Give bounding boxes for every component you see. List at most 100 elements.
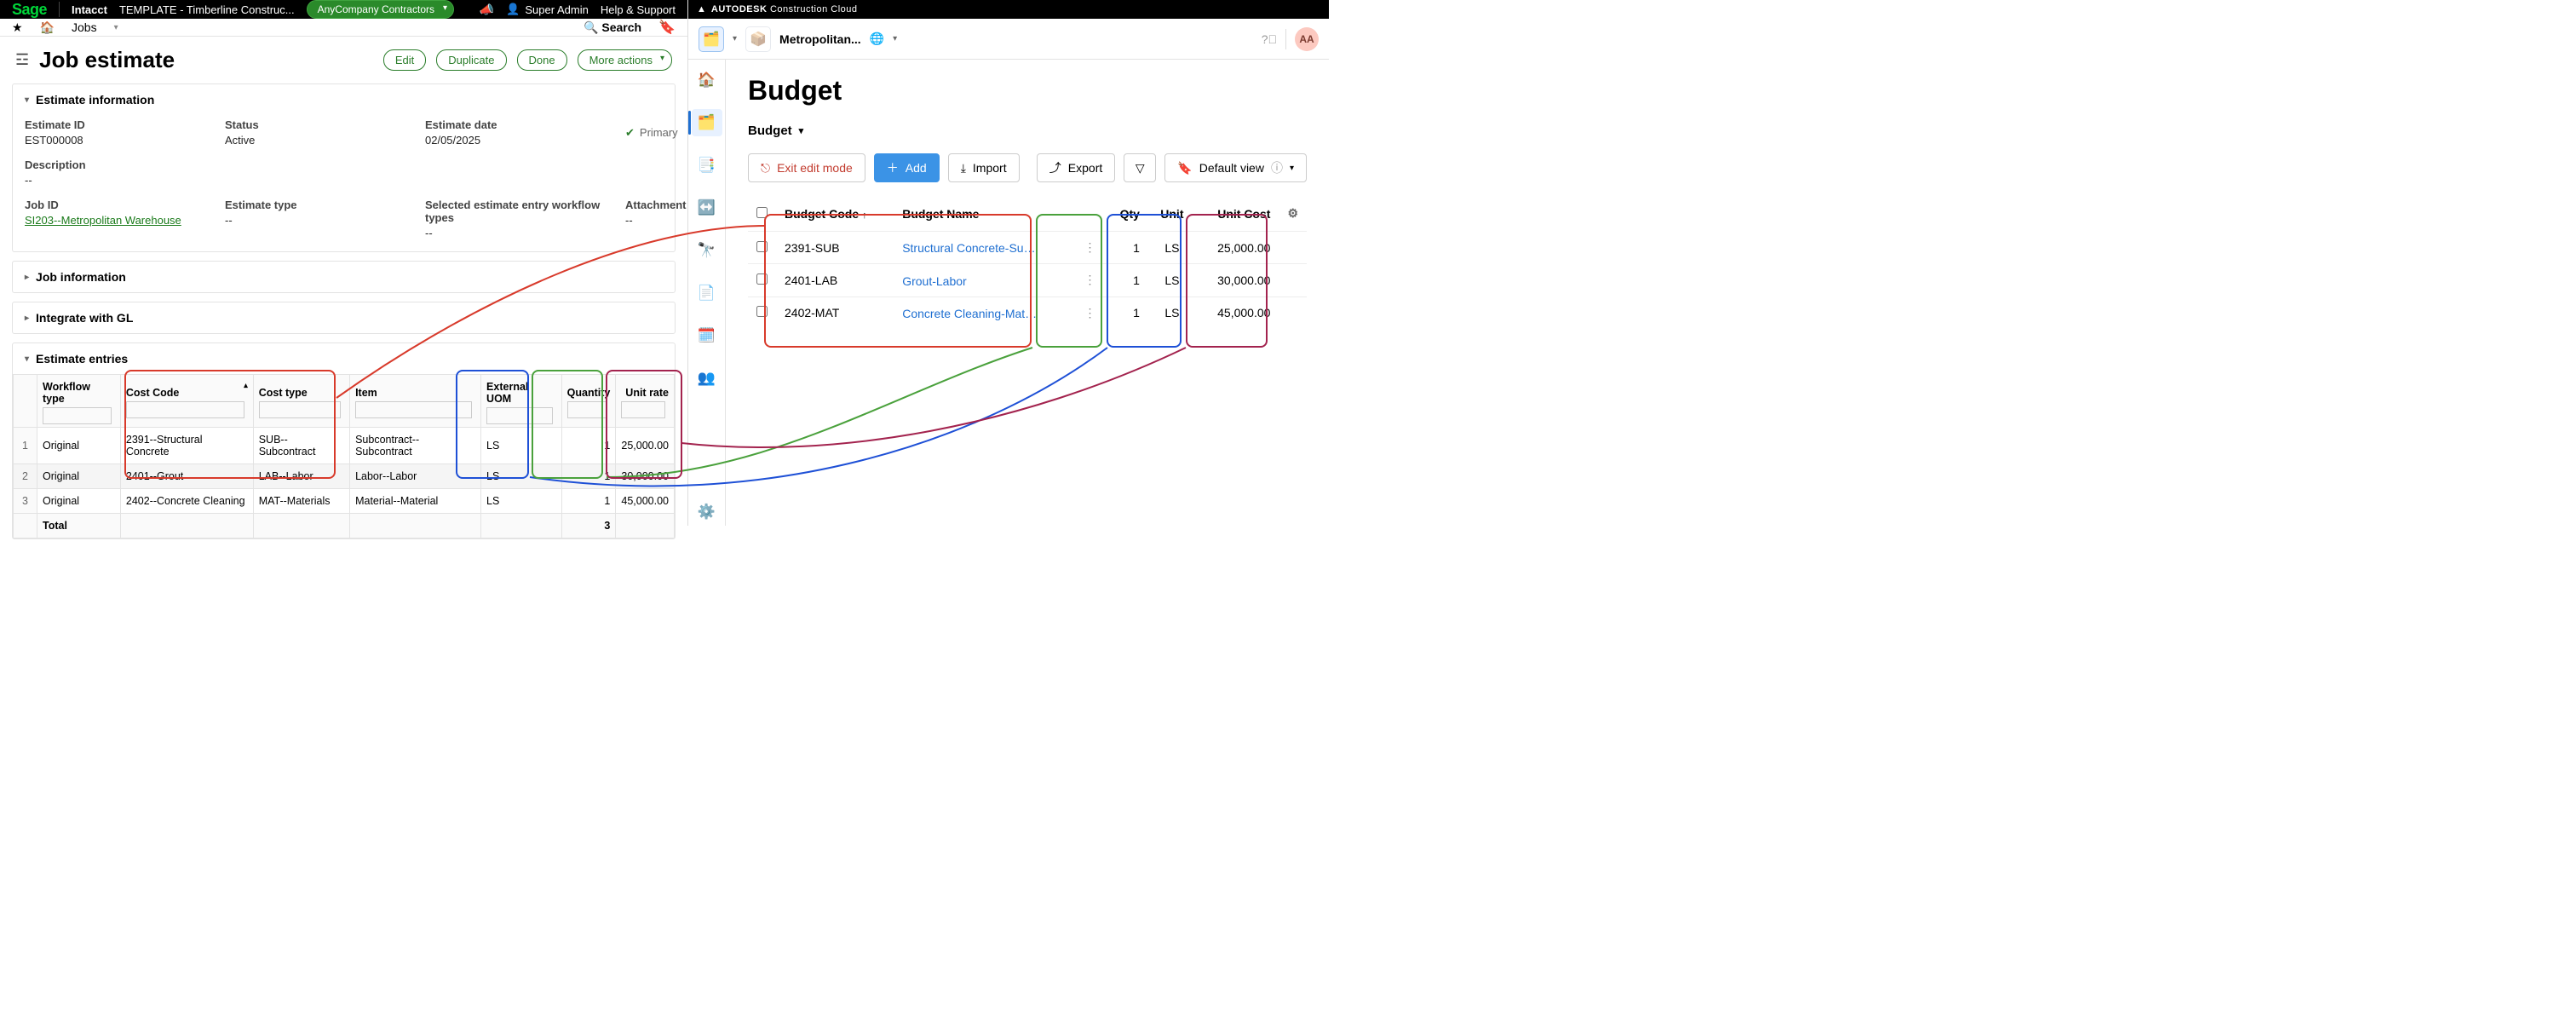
edit-button[interactable]: Edit [383,49,426,71]
row-menu-icon[interactable]: ⋮ [1076,264,1105,296]
add-button[interactable]: ＋Add [874,153,940,182]
list-icon[interactable]: ☲ [15,51,29,69]
import-icon: ⤓ [961,161,966,176]
table-row[interactable]: 2402-MATConcrete Cleaning-Materia...⋮1LS… [748,296,1307,329]
row-checkbox[interactable] [756,306,768,317]
chevron-down-icon[interactable]: ▾ [114,23,118,32]
rail-schedule[interactable]: 🗓️ [692,322,722,349]
import-button[interactable]: ⤓Import [948,153,1020,182]
job-info-card: ▸Job information [12,261,676,293]
filter-input[interactable] [621,401,665,418]
col-uom[interactable]: External UOM [481,375,562,428]
rail-budget[interactable]: 🗂️ [692,109,722,136]
col-budget-code[interactable]: Budget Code↑ [776,196,894,232]
budget-name-link[interactable]: Grout-Labor [902,274,966,288]
table-row[interactable]: 3Original2402--Concrete CleaningMAT--Mat… [14,489,675,514]
filter-input[interactable] [355,401,472,418]
rail-home[interactable]: 🏠 [692,66,722,94]
table-row[interactable]: 1Original2391--Structural ConcreteSUB--S… [14,428,675,464]
row-menu-icon[interactable]: ⋮ [1076,296,1105,329]
autodesk-logo-icon: ▲ [697,4,706,14]
rail-change[interactable]: ↔️ [692,194,722,222]
context-name: TEMPLATE - Timberline Construc... [119,3,295,16]
user-icon: 👤 [506,3,520,16]
sage-toolbar: ★ 🏠 Jobs ▾ 🔍 Search 🔖 [0,19,687,37]
col-cost-type[interactable]: Cost type [253,375,349,428]
bookmark-icon[interactable]: 🔖 [658,19,676,36]
row-checkbox[interactable] [756,241,768,252]
table-row[interactable]: 2Original2401--GroutLAB--LaborLabor--Lab… [14,464,675,489]
chevron-down-icon: ▾ [25,354,29,364]
search-button[interactable]: 🔍 Search [584,20,641,35]
estimate-entries-card: ▾Estimate entries Workflow type Cost Cod… [12,343,676,539]
autodesk-projectbar: 🗂️ ▾ 📦 Metropolitan... 🌐 ▾ ?⃝ AA [688,19,1329,60]
module-chip-disabled: 📦 [745,26,771,52]
col-budget-name[interactable]: Budget Name [894,196,1075,232]
breadcrumb[interactable]: Jobs [72,20,97,34]
more-actions-button[interactable]: More actions [578,49,672,71]
filter-input[interactable] [126,401,244,418]
view-dropdown[interactable]: Budget▾ [748,124,1307,138]
project-name[interactable]: Metropolitan... [779,32,861,46]
autodesk-sidebar: 🏠 🗂️ 📑 ↔️ 🔭 📄 🗓️ 👥 ⚙️ [688,60,726,526]
home-icon[interactable]: 🏠 [40,20,55,35]
avatar[interactable]: AA [1295,27,1319,51]
estimate-info-card: ▾ Estimate information Estimate IDEST000… [12,83,676,252]
entries-toggle[interactable]: ▾Estimate entries [13,343,675,374]
col-qty[interactable]: Qty [1105,196,1148,232]
job-info-toggle[interactable]: ▸Job information [13,262,675,292]
rail-binoculars[interactable]: 🔭 [692,237,722,264]
budget-table: Budget Code↑ Budget Name Qty Unit Unit C… [748,196,1307,329]
entries-table: Workflow type Cost Code▴ Cost type Item … [13,374,675,538]
export-button[interactable]: ⤴Export [1037,153,1115,182]
filter-input[interactable] [486,407,553,424]
col-workflow[interactable]: Workflow type [37,375,121,428]
company-selector[interactable]: AnyCompany Contractors [307,0,454,19]
export-icon: ⤴ [1049,159,1061,176]
col-unit-cost[interactable]: Unit Cost [1196,196,1279,232]
col-cost-code[interactable]: Cost Code▴ [120,375,253,428]
chevron-down-icon: ▾ [25,95,29,105]
rail-members[interactable]: 👥 [692,365,722,392]
col-item[interactable]: Item [350,375,481,428]
filter-button[interactable]: ▽ [1124,153,1156,182]
row-checkbox[interactable] [756,273,768,285]
chevron-right-icon: ▸ [25,314,29,323]
col-qty[interactable]: Quantity [561,375,616,428]
chevron-down-icon[interactable]: ▾ [893,34,897,43]
job-link[interactable]: SI203--Metropolitan Warehouse [25,214,225,227]
exit-edit-button[interactable]: ⎋Exit edit mode [748,153,865,182]
select-all-checkbox[interactable] [756,207,768,218]
module-chip[interactable]: 🗂️ [699,26,724,52]
info-icon: ⓘ [1271,159,1283,176]
budget-name-link[interactable]: Structural Concrete-Subco... [902,241,1038,255]
exit-icon: ⎋ [761,161,770,176]
table-row[interactable]: 2391-SUBStructural Concrete-Subco...⋮1LS… [748,232,1307,264]
table-row[interactable]: 2401-LABGrout-Labor⋮1LS30,000.00 [748,264,1307,296]
rail-files[interactable]: 📄 [692,279,722,307]
help-icon[interactable]: ?⃝ [1262,32,1277,46]
gl-toggle[interactable]: ▸Integrate with GL [13,302,675,333]
col-unit[interactable]: Unit [1148,196,1196,232]
sage-topbar: Sage Intacct TEMPLATE - Timberline Const… [0,0,687,19]
estimate-info-toggle[interactable]: ▾ Estimate information [13,84,675,115]
done-button[interactable]: Done [517,49,567,71]
default-view-button[interactable]: 🔖Default viewⓘ▾ [1164,153,1307,182]
table-settings-icon[interactable]: ⚙ [1279,196,1307,232]
primary-checkbox[interactable]: ✔Primary [625,118,687,147]
chevron-down-icon[interactable]: ▾ [733,34,737,43]
col-rate[interactable]: Unit rate [616,375,675,428]
announcement-icon[interactable]: 📣 [480,3,494,17]
rail-contracts[interactable]: 📑 [692,152,722,179]
help-link[interactable]: Help & Support [601,3,676,16]
filter-input[interactable] [259,401,341,418]
user-menu[interactable]: 👤 Super Admin [506,3,589,16]
filter-input[interactable] [567,401,607,418]
row-menu-icon[interactable]: ⋮ [1076,232,1105,264]
filter-input[interactable] [43,407,112,424]
duplicate-button[interactable]: Duplicate [436,49,506,71]
rail-settings[interactable]: ⚙️ [692,498,722,526]
globe-icon[interactable]: 🌐 [870,32,884,46]
star-icon[interactable]: ★ [12,20,23,35]
budget-name-link[interactable]: Concrete Cleaning-Materia... [902,307,1038,320]
